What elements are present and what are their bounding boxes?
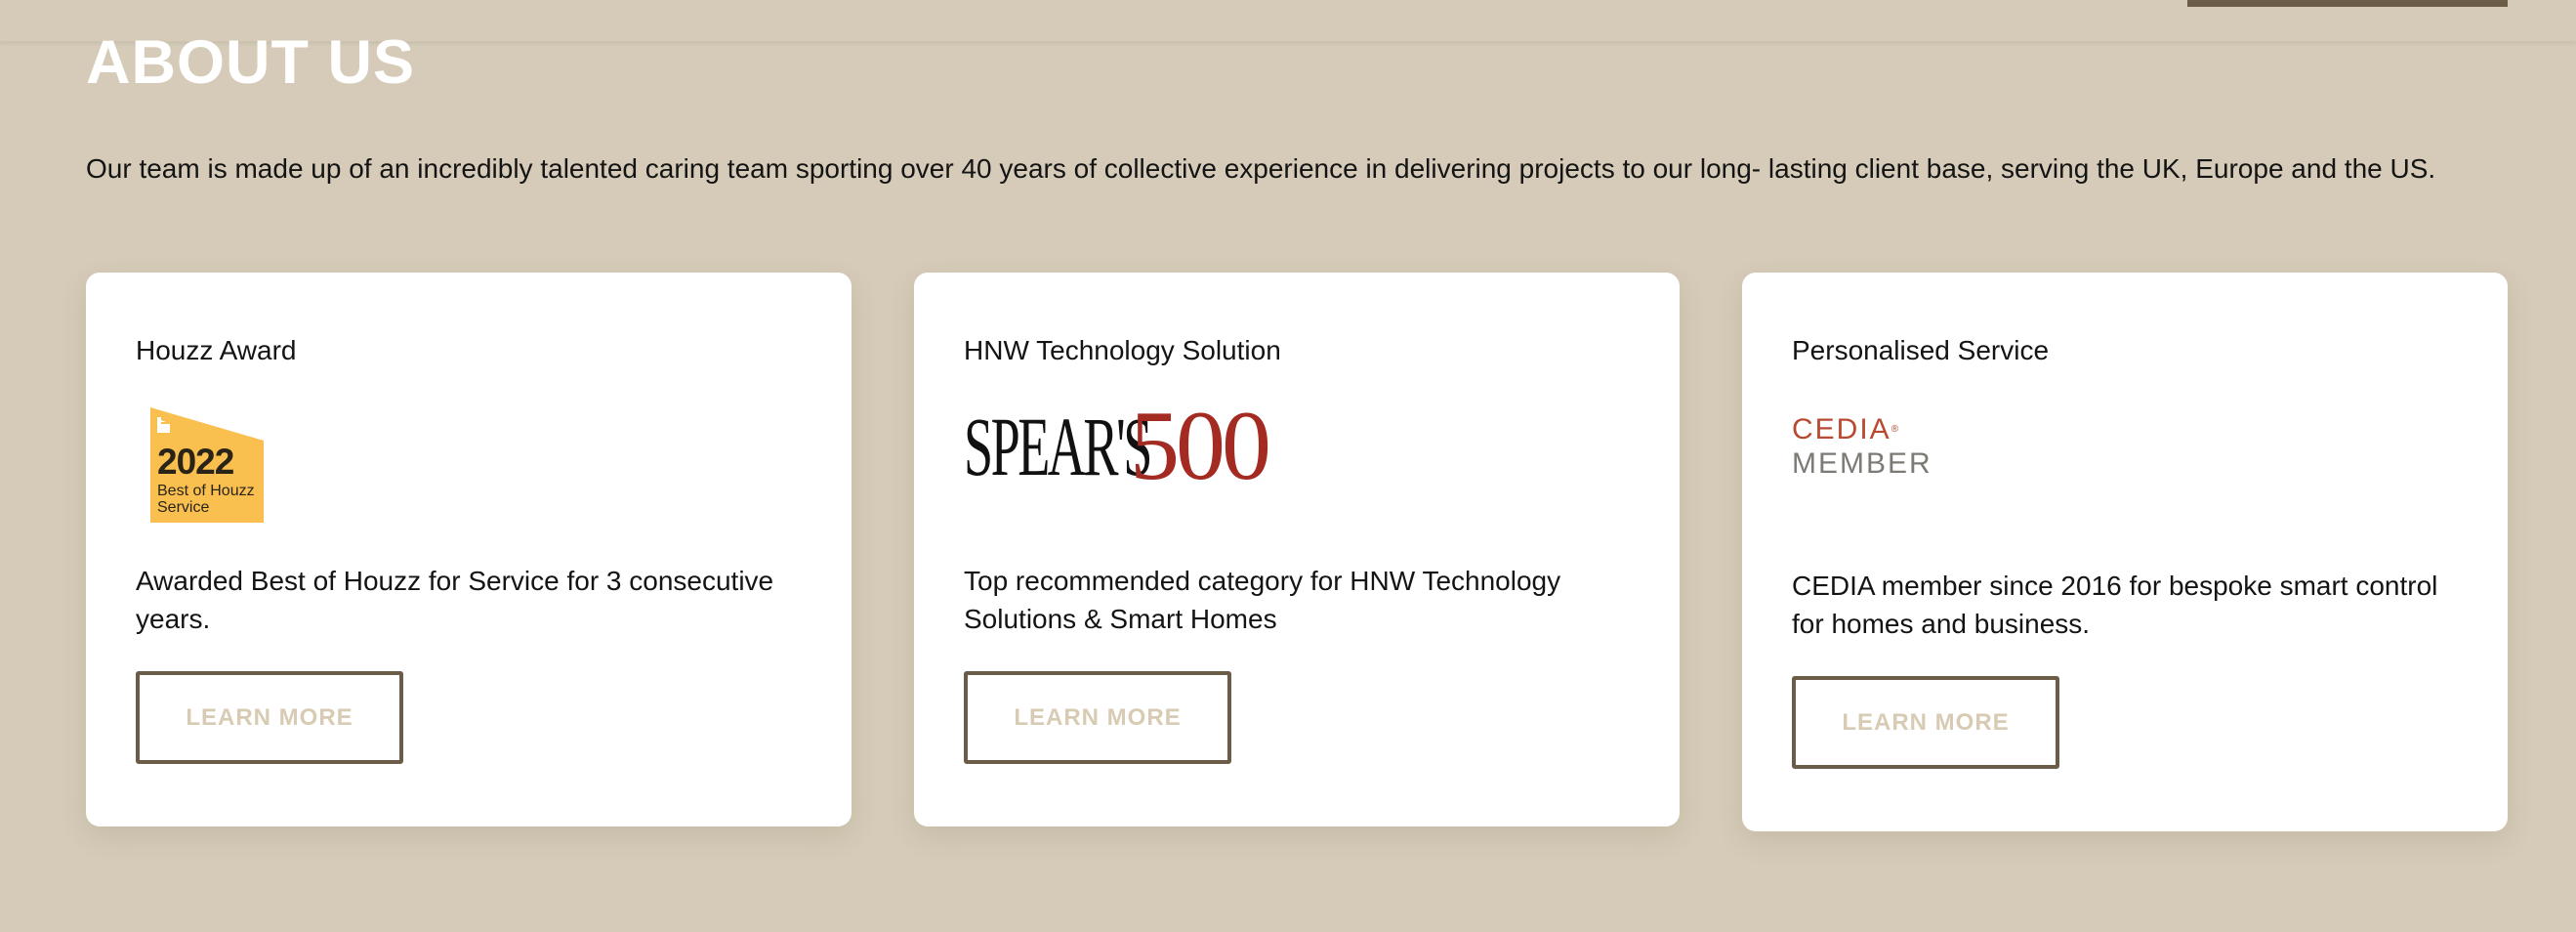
houzz-badge-line2: Service xyxy=(157,499,210,516)
houzz-badge-icon: 2022 Best of Houzz Service xyxy=(150,407,264,523)
card-hnw-technology: HNW Technology Solution SPEAR'S 500 Top … xyxy=(914,273,1680,826)
learn-more-button[interactable]: LEARN MORE xyxy=(964,671,1231,764)
card-description: CEDIA member since 2016 for bespoke smar… xyxy=(1792,571,2438,639)
spears-logo-number: 500 xyxy=(1130,391,1271,501)
cedia-logo-member: MEMBER xyxy=(1792,447,1932,480)
card-houzz-award: Houzz Award 2022 Best of Houzz Service A… xyxy=(86,273,852,826)
card-title: HNW Technology Solution xyxy=(964,335,1281,365)
header-cta-button[interactable] xyxy=(2187,0,2508,7)
page-title: ABOUT US xyxy=(86,28,415,97)
cedia-member-logo-icon: CEDIA® MEMBER xyxy=(1792,413,1932,482)
card-title: Houzz Award xyxy=(136,335,297,365)
cedia-logo-word: CEDIA® xyxy=(1792,413,1932,446)
houzz-year: 2022 xyxy=(157,442,234,482)
learn-more-button[interactable]: LEARN MORE xyxy=(1792,676,2059,769)
learn-more-button[interactable]: LEARN MORE xyxy=(136,671,403,764)
card-description: Awarded Best of Houzz for Service for 3 … xyxy=(136,566,774,634)
cedia-registered-mark: ® xyxy=(1890,424,1901,435)
card-description: Top recommended category for HNW Technol… xyxy=(964,566,1561,634)
card-title: Personalised Service xyxy=(1792,335,2050,365)
houzz-badge-line1: Best of Houzz xyxy=(157,483,255,499)
spears-logo-word: SPEAR'S xyxy=(964,400,1152,493)
card-personalised-service: Personalised Service CEDIA® MEMBER CEDIA… xyxy=(1742,273,2508,831)
cedia-word-text: CEDIA xyxy=(1792,413,1891,445)
intro-paragraph: Our team is made up of an incredibly tal… xyxy=(86,153,2436,184)
spears-500-logo-icon: SPEAR'S 500 xyxy=(964,397,1271,496)
